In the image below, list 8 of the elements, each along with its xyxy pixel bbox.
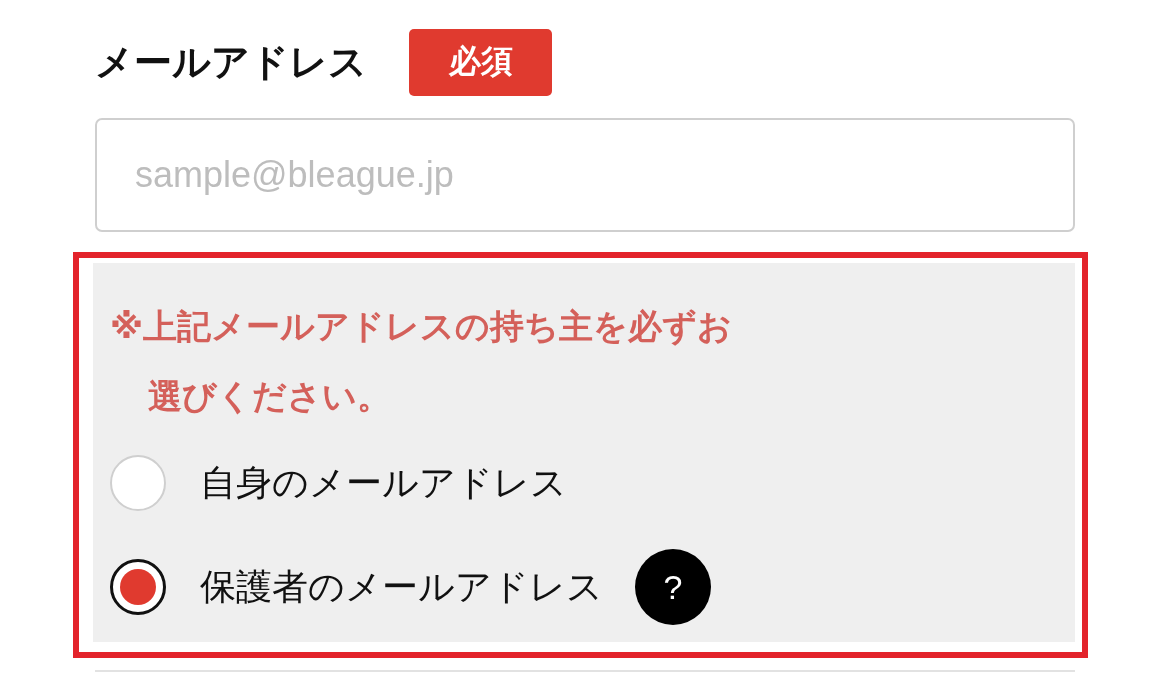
help-button[interactable]: ? — [635, 549, 711, 625]
radio-label[interactable]: 自身のメールアドレス — [200, 458, 567, 508]
radio-button[interactable] — [110, 559, 166, 615]
email-field[interactable]: sample@bleague.jp — [95, 118, 1075, 232]
required-badge: 必須 — [409, 28, 552, 96]
notice-text: ※上記メールアドレスの持ち主を必ずお選びください。 — [110, 305, 734, 418]
radio-label[interactable]: 保護者のメールアドレス — [200, 562, 603, 612]
field-label: メールアドレス — [95, 38, 367, 86]
